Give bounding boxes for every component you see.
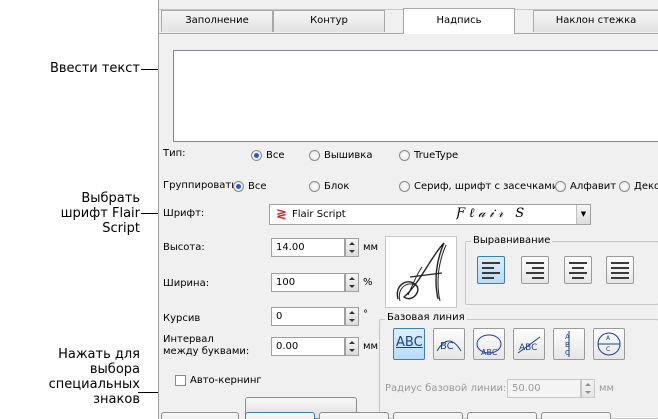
autokern-label: Авто-кернинг [190,375,262,386]
type-option-truetype: TrueType [414,150,459,161]
group-radio-all[interactable] [233,181,244,192]
callout-enter-text: Ввести текст [49,61,140,76]
diagonal-baseline-icon: ABC [517,336,541,354]
width-unit: % [363,277,373,288]
group-radio-serif[interactable] [399,181,410,192]
type-label: Тип: [163,148,186,159]
align-center-button[interactable] [564,256,592,284]
baseline-radius-unit: мм [599,383,615,394]
svg-text:ABC: ABC [519,343,537,353]
spacing-unit: мм [363,341,379,352]
italic-label: Курсив [163,313,201,324]
bottom-button-2[interactable] [245,412,315,419]
callout-special-line3: специальных [48,377,140,392]
type-radio-embroidery[interactable] [309,150,320,161]
font-preview: Ƒℓ𝒶𝒾𝓇 S [456,206,529,221]
group-option-alphabet: Алфавит [570,181,617,192]
italic-input[interactable]: 0 [271,307,345,326]
type-radio-all[interactable] [251,150,262,161]
font-select[interactable]: ≷ Flair Script Ƒℓ𝒶𝒾𝓇 S ▼ [269,204,591,225]
callout-special-line2: выбора [89,362,140,377]
svg-text:BC: BC [440,341,454,352]
spacing-spinner[interactable] [345,337,359,356]
group-option-serif: Сериф, шрифт с засечками [414,181,559,192]
tab-stitch-angle[interactable]: Наклон стежка [533,10,658,32]
autokern-checkbox[interactable] [175,375,186,386]
baseline-caption: Базовая линия [385,312,467,323]
height-spinner[interactable] [345,238,359,257]
group-option-block: Блок [324,181,350,192]
baseline-radius-label: Радиус базовой линии: [385,383,507,394]
vertical-baseline-icon: A B C [565,331,570,357]
circle-baseline-icon: ABC [476,334,502,357]
align-justify-button[interactable] [606,256,634,284]
baseline-radius-spinner[interactable] [581,379,595,398]
group-option-deco: Деко [634,181,658,192]
baseline-diagonal-button[interactable]: ABC [513,328,545,360]
font-label: Шрифт: [163,208,205,219]
script-letter-a-icon [396,242,447,302]
circle-stack-icon: A C [597,332,621,356]
callout-special-chars: Нажать для выбора специальных знаков [20,347,140,407]
svg-text:B: B [565,341,570,349]
tab-fill[interactable]: Заполнение [161,10,273,32]
group-radio-block[interactable] [309,181,320,192]
group-radio-alphabet[interactable] [555,181,566,192]
align-left-button[interactable] [477,256,505,284]
font-type-icon: ≷ [276,207,287,222]
font-select-value: Flair Script [292,209,346,220]
baseline-vertical-button[interactable]: A B C [553,328,585,360]
baseline-circle-stack-button[interactable]: A C [593,328,625,360]
callout-choose-font-line1: Выбрать [81,191,140,206]
spacing-label-line1: Интервал [163,334,214,345]
arc-top-icon: BC [436,340,462,352]
bottom-button-1[interactable] [161,412,239,419]
baseline-straight-sample: ABC [396,335,423,350]
tab-outline[interactable]: Контур [273,10,385,32]
height-input[interactable]: 14.00 [271,238,345,257]
height-unit: мм [363,242,379,253]
italic-spinner[interactable] [345,307,359,326]
svg-text:C: C [565,349,570,357]
group-option-all: Все [248,181,267,192]
lettering-dialog: Заполнение Контур Надпись Наклон стежка … [158,0,658,419]
font-sample-preview [385,236,457,308]
callout-special-line4: знаков [93,392,140,407]
bottom-button-6[interactable] [541,412,611,419]
svg-text:A: A [565,333,570,341]
callout-choose-font-line2: шрифт Flair [60,206,140,221]
width-label: Ширина: [163,278,210,289]
callout-choose-font-line3: Script [102,221,140,236]
alignment-caption: Выравнивание [471,235,553,246]
align-right-button[interactable] [521,256,549,284]
type-radio-truetype[interactable] [399,150,410,161]
svg-text:A: A [606,335,611,342]
callout-choose-font: Выбрать шрифт Flair Script [40,191,140,236]
group-label: Группировать: [163,180,241,191]
height-label: Высота: [163,242,205,253]
bottom-button-4[interactable] [393,412,463,419]
spacing-label-line2: между буквами: [163,346,250,357]
type-option-embroidery: Вышивка [324,150,373,161]
lettering-text-input[interactable] [173,50,658,142]
svg-text:C: C [606,346,610,353]
baseline-straight-button[interactable]: ABC [393,328,425,360]
chevron-down-icon[interactable]: ▼ [576,205,590,224]
width-spinner[interactable] [345,273,359,292]
baseline-circle-button[interactable]: ABC [473,328,505,360]
type-option-all: Все [266,150,285,161]
tab-lettering[interactable]: Надпись [403,8,515,34]
italic-unit: ° [363,309,368,320]
baseline-radius-input[interactable]: 50.00 [507,379,581,398]
spacing-input[interactable]: 0.00 [271,337,345,356]
callout-special-line1: Нажать для [58,347,140,362]
width-input[interactable]: 100 [271,273,345,292]
svg-text:ABC: ABC [481,348,498,357]
group-radio-deco[interactable] [619,181,630,192]
baseline-arc-top-button[interactable]: BC [433,328,465,360]
bottom-button-5[interactable] [467,412,537,419]
bottom-button-3[interactable] [319,412,389,419]
